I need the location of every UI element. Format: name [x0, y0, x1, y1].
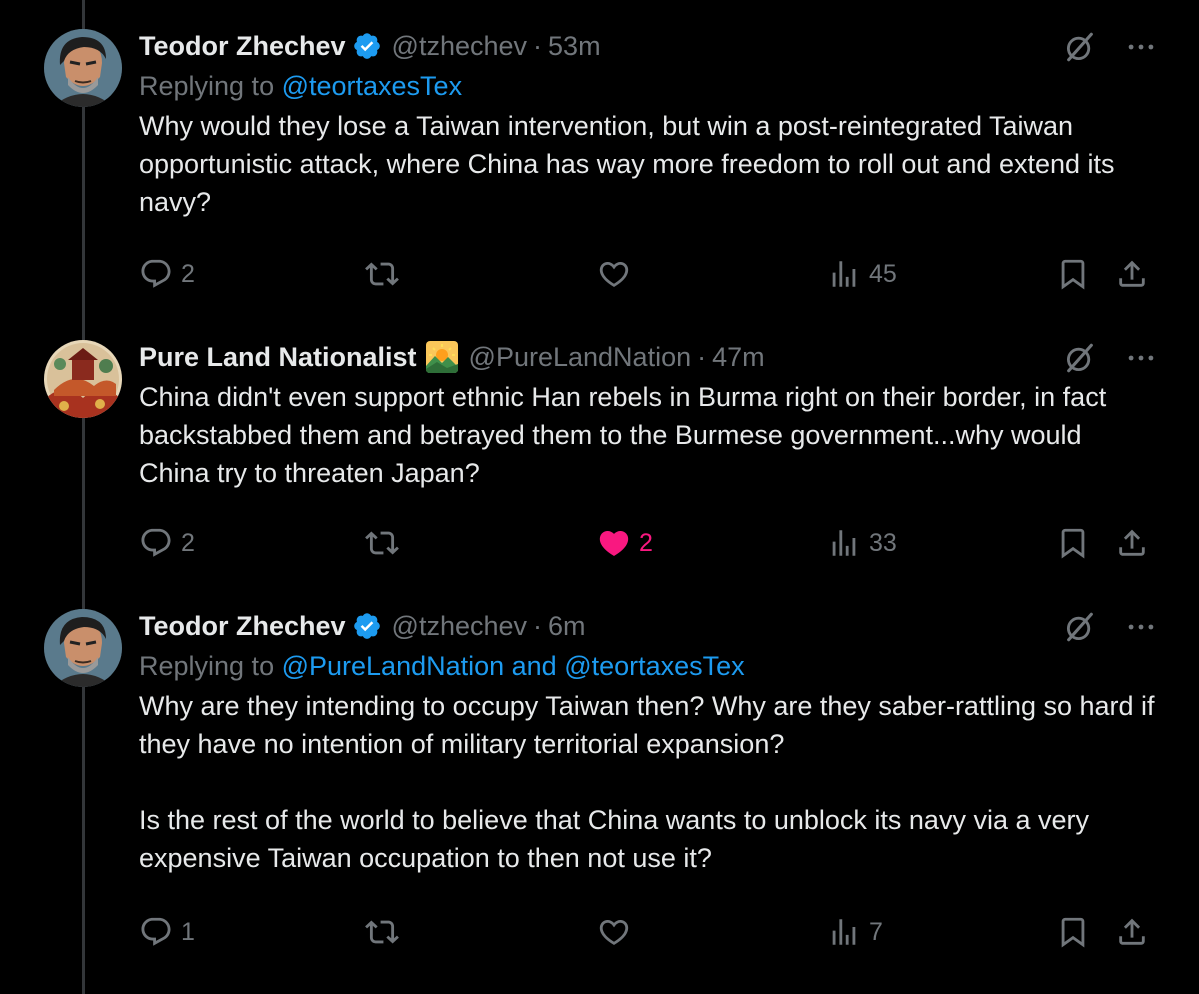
- reply-icon: [139, 915, 173, 949]
- like-button[interactable]: [597, 915, 631, 949]
- replying-to-label: Replying to: [139, 651, 282, 681]
- retweet-icon: [365, 915, 399, 949]
- views-icon: [827, 915, 861, 949]
- reply-button[interactable]: 2: [139, 257, 195, 291]
- separator-dot: ·: [533, 611, 543, 641]
- conversation-thread: Teodor Zhechev @tzhechev · 53m Replying …: [0, 0, 1199, 994]
- retweet-icon: [365, 526, 399, 560]
- tweet[interactable]: Teodor Zhechev @tzhechev · 53m Replying …: [0, 26, 1199, 326]
- retweet-button[interactable]: [365, 915, 399, 949]
- like-icon: [597, 915, 631, 949]
- views-button[interactable]: 45: [827, 257, 897, 291]
- like-icon: [597, 257, 631, 291]
- sunrise-over-mountains-icon: [425, 340, 459, 374]
- tweet-content: Pure Land Nationalist @PureLandNation · …: [139, 337, 1159, 492]
- mention-link[interactable]: @PureLandNation and @teortaxesTex: [282, 651, 745, 681]
- retweet-button[interactable]: [365, 526, 399, 560]
- tweet-top-actions: [1063, 610, 1159, 644]
- avatar[interactable]: [44, 340, 122, 418]
- like-filled-icon: [597, 526, 631, 560]
- mention-link[interactable]: @teortaxesTex: [282, 71, 462, 101]
- share-button[interactable]: [1115, 915, 1149, 949]
- tweet-header: Teodor Zhechev @tzhechev · 6m: [139, 606, 1159, 646]
- views-icon: [827, 257, 861, 291]
- reply-count: 2: [181, 528, 195, 557]
- reply-count: 1: [181, 917, 195, 946]
- reply-icon: [139, 257, 173, 291]
- like-button[interactable]: [597, 257, 631, 291]
- tweet-top-actions: [1063, 30, 1159, 64]
- tweet[interactable]: Pure Land Nationalist @PureLandNation · …: [0, 337, 1199, 597]
- bookmark-icon: [1056, 915, 1090, 949]
- retweet-icon: [365, 257, 399, 291]
- tweet-header: Teodor Zhechev @tzhechev · 53m: [139, 26, 1159, 66]
- views-button[interactable]: 33: [827, 526, 897, 560]
- grok-icon[interactable]: [1063, 610, 1097, 644]
- views-count: 33: [869, 528, 897, 557]
- tweet-top-actions: [1063, 341, 1159, 375]
- separator-dot: ·: [533, 31, 543, 61]
- more-options-icon[interactable]: [1123, 341, 1159, 375]
- separator-dot: ·: [697, 342, 707, 372]
- grok-icon[interactable]: [1063, 30, 1097, 64]
- timestamp[interactable]: 47m: [712, 337, 765, 377]
- retweet-button[interactable]: [365, 257, 399, 291]
- timestamp[interactable]: 6m: [548, 606, 586, 646]
- replying-to: Replying to @PureLandNation and @teortax…: [139, 646, 1159, 686]
- share-button[interactable]: [1115, 526, 1149, 560]
- tweet-header: Pure Land Nationalist @PureLandNation · …: [139, 337, 1159, 377]
- replying-to-label: Replying to: [139, 71, 282, 101]
- share-icon: [1115, 915, 1149, 949]
- bookmark-button[interactable]: [1056, 915, 1090, 949]
- views-count: 45: [869, 259, 897, 288]
- tweet-content: Teodor Zhechev @tzhechev · 6m Replying t…: [139, 606, 1159, 877]
- tweet-paragraph: Is the rest of the world to believe that…: [139, 805, 1089, 873]
- tweet[interactable]: Teodor Zhechev @tzhechev · 6m Replying t…: [0, 606, 1199, 994]
- bookmark-button[interactable]: [1056, 257, 1090, 291]
- reply-icon: [139, 526, 173, 560]
- display-name[interactable]: Pure Land Nationalist: [139, 337, 417, 377]
- avatar[interactable]: [44, 29, 122, 107]
- tweet-paragraph: Why would they lose a Taiwan interventio…: [139, 111, 1115, 217]
- views-button[interactable]: 7: [827, 915, 883, 949]
- tweet-actions: 2 2 33: [139, 526, 1151, 560]
- bookmark-icon: [1056, 526, 1090, 560]
- reply-count: 2: [181, 259, 195, 288]
- user-handle[interactable]: @PureLandNation: [469, 337, 692, 377]
- timestamp[interactable]: 53m: [548, 26, 601, 66]
- like-count: 2: [639, 528, 653, 557]
- bookmark-icon: [1056, 257, 1090, 291]
- display-name[interactable]: Teodor Zhechev: [139, 606, 346, 646]
- display-name[interactable]: Teodor Zhechev: [139, 26, 346, 66]
- avatar[interactable]: [44, 609, 122, 687]
- tweet-text: Why would they lose a Taiwan interventio…: [139, 107, 1159, 221]
- reply-button[interactable]: 2: [139, 526, 195, 560]
- views-count: 7: [869, 917, 883, 946]
- bookmark-button[interactable]: [1056, 526, 1090, 560]
- reply-button[interactable]: 1: [139, 915, 195, 949]
- share-icon: [1115, 257, 1149, 291]
- tweet-text: China didn't even support ethnic Han reb…: [139, 378, 1159, 492]
- verified-badge-icon[interactable]: [352, 31, 382, 61]
- tweet-actions: 1 7: [139, 915, 1151, 949]
- more-options-icon[interactable]: [1123, 30, 1159, 64]
- more-options-icon[interactable]: [1123, 610, 1159, 644]
- tweet-paragraph: Why are they intending to occupy Taiwan …: [139, 691, 1155, 759]
- share-button[interactable]: [1115, 257, 1149, 291]
- like-button[interactable]: 2: [597, 526, 653, 560]
- tweet-actions: 2 45: [139, 257, 1151, 291]
- replying-to: Replying to @teortaxesTex: [139, 66, 1159, 106]
- user-handle[interactable]: @tzhechev: [392, 606, 527, 646]
- tweet-paragraph: China didn't even support ethnic Han reb…: [139, 382, 1107, 488]
- views-icon: [827, 526, 861, 560]
- tweet-content: Teodor Zhechev @tzhechev · 53m Replying …: [139, 26, 1159, 221]
- grok-icon[interactable]: [1063, 341, 1097, 375]
- share-icon: [1115, 526, 1149, 560]
- user-handle[interactable]: @tzhechev: [392, 26, 527, 66]
- tweet-text: Why are they intending to occupy Taiwan …: [139, 687, 1159, 877]
- verified-badge-icon[interactable]: [352, 611, 382, 641]
